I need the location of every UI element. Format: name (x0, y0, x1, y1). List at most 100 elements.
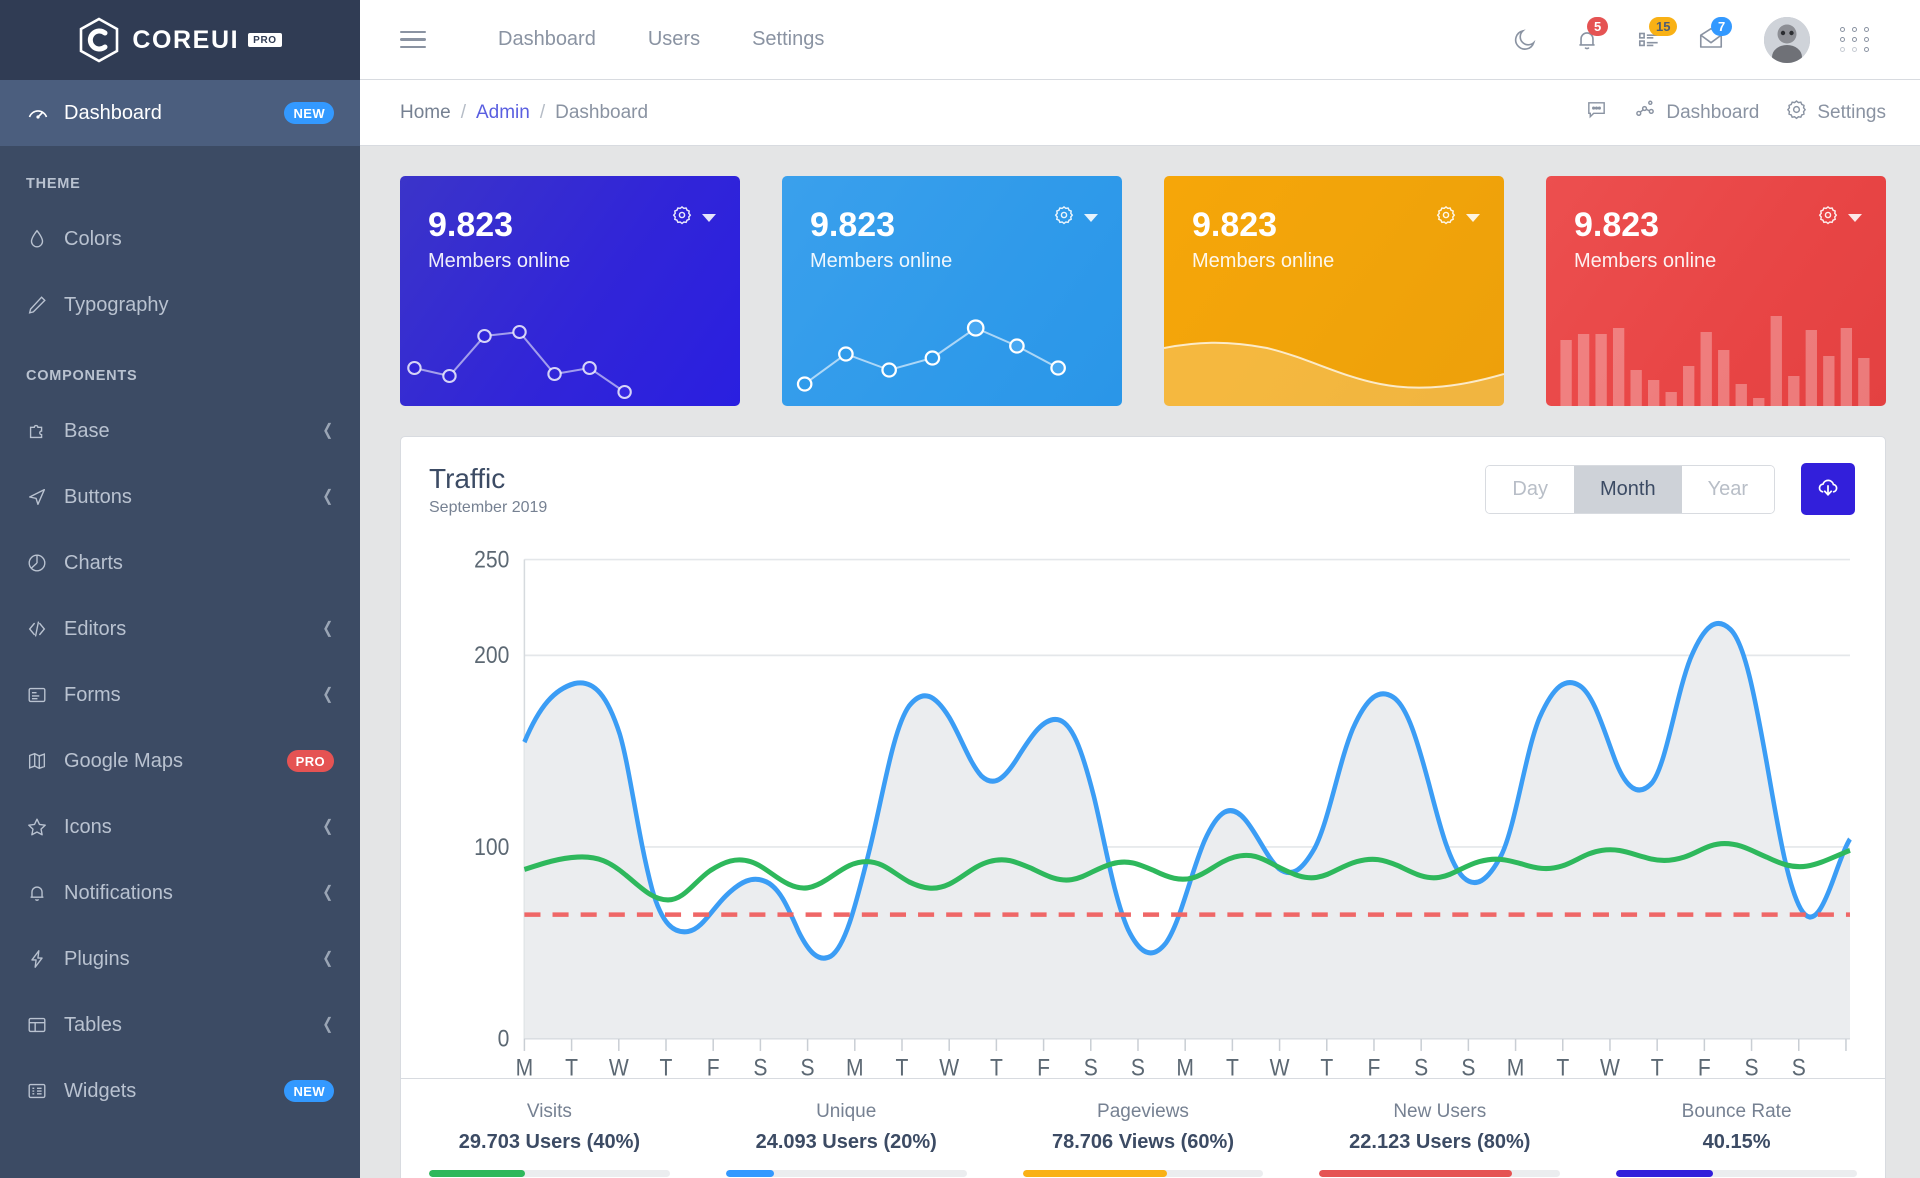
sidebar-item-widgets[interactable]: Widgets NEW (0, 1058, 360, 1124)
sidebar-item-label: Google Maps (64, 749, 183, 772)
breadcrumb-separator: / (539, 101, 546, 123)
traffic-card-header: Traffic September 2019 Day Month Year (401, 437, 1885, 517)
sidebar: COREUI PRO Dashboard NEW THEME Colors Ty… (0, 0, 360, 1178)
sidebar-item-tables[interactable]: Tables ❮ (0, 992, 360, 1058)
pencil-icon (26, 294, 64, 316)
dashboard-shortcut[interactable]: Dashboard (1634, 98, 1759, 127)
sidebar-item-label: Editors (64, 617, 127, 640)
star-icon (26, 816, 64, 838)
traffic-subtitle: September 2019 (429, 499, 548, 516)
gear-icon (1053, 204, 1075, 231)
brand-logo[interactable]: COREUI PRO (0, 0, 360, 80)
dashboard-page: COREUI PRO Dashboard NEW THEME Colors Ty… (0, 0, 1920, 1178)
svg-text:W: W (1600, 1055, 1621, 1078)
sidebar-item-editors[interactable]: Editors ❮ (0, 596, 360, 662)
dark-mode-toggle[interactable] (1494, 10, 1556, 70)
traffic-chart-svg: 250 200 100 0 M T W T F S S M T W T F S … (474, 546, 1852, 1081)
table-icon (26, 1014, 64, 1036)
cursor-icon (26, 486, 64, 508)
chevron-left-icon: ❮ (321, 422, 333, 439)
sidebar-item-icons[interactable]: Icons ❮ (0, 794, 360, 860)
sidebar-item-forms[interactable]: Forms ❮ (0, 662, 360, 728)
notifications-button[interactable]: 5 (1556, 10, 1618, 70)
sidebar-item-label: Tables (64, 1013, 122, 1036)
sidebar-item-google-maps[interactable]: Google Maps PRO (0, 728, 360, 794)
grid-icon (1839, 27, 1871, 52)
breadcrumb-item-home[interactable]: Home (400, 102, 451, 124)
footer-stat-progress (429, 1170, 670, 1177)
chevron-down-icon (702, 213, 716, 222)
sidebar-item-typography[interactable]: Typography (0, 272, 360, 338)
sidebar-toggle-button[interactable] (400, 26, 426, 54)
sidebar-item-notifications[interactable]: Notifications ❮ (0, 860, 360, 926)
stat-card-menu-1[interactable] (671, 204, 716, 231)
svg-text:S: S (1792, 1055, 1806, 1078)
footer-stat-bounce-rate: Bounce Rate 40.15% (1588, 1101, 1885, 1177)
chevron-left-icon: ❮ (321, 686, 333, 703)
sidebar-item-base[interactable]: Base ❮ (0, 398, 360, 464)
breadcrumb-item-admin[interactable]: Admin (476, 102, 530, 124)
stat-card-menu-3[interactable] (1435, 204, 1480, 231)
range-button-month[interactable]: Month (1573, 465, 1682, 513)
sidebar-item-plugins[interactable]: Plugins ❮ (0, 926, 360, 992)
footer-stat-unique: Unique 24.093 Users (20%) (698, 1101, 995, 1177)
main-area: Dashboard Users Settings 5 15 7 Home / A… (360, 0, 1920, 1178)
range-button-day[interactable]: Day (1486, 465, 1574, 513)
svg-text:100: 100 (474, 834, 509, 860)
tasks-button[interactable]: 15 (1618, 10, 1680, 70)
gear-icon (1435, 204, 1457, 231)
chevron-down-icon (1848, 213, 1862, 222)
settings-shortcut[interactable]: Settings (1785, 98, 1886, 127)
traffic-card: Traffic September 2019 Day Month Year 25… (400, 436, 1886, 1178)
range-button-year[interactable]: Year (1681, 465, 1774, 513)
sidebar-item-dashboard[interactable]: Dashboard NEW (0, 80, 360, 146)
chevron-left-icon: ❮ (321, 950, 333, 967)
svg-text:F: F (1037, 1055, 1050, 1078)
avatar[interactable] (1764, 16, 1810, 63)
svg-text:T: T (1320, 1055, 1333, 1078)
svg-text:T: T (1651, 1055, 1664, 1078)
content-area: 9.823 Members online 9.823 Members onlin… (360, 146, 1920, 1178)
header-actions: 5 15 7 (1494, 10, 1886, 70)
gear-icon (671, 204, 693, 231)
sidebar-item-label: Typography (64, 293, 169, 316)
footer-stat-visits: Visits 29.703 Users (40%) (401, 1101, 698, 1177)
download-button[interactable] (1801, 463, 1855, 515)
sidebar-item-colors[interactable]: Colors (0, 206, 360, 272)
pie-chart-icon (26, 552, 64, 574)
sidebar-item-charts[interactable]: Charts (0, 530, 360, 596)
messages-button[interactable]: 7 (1680, 10, 1742, 70)
gear-icon (1817, 204, 1839, 231)
svg-text:W: W (939, 1055, 960, 1078)
stat-card-sparkline-2 (796, 319, 1066, 392)
stat-caption: Members online (810, 249, 953, 272)
traffic-controls: Day Month Year (1485, 463, 1855, 515)
topnav-item-settings[interactable]: Settings (726, 28, 850, 51)
topnav-item-users[interactable]: Users (622, 28, 726, 51)
apps-grid-button[interactable] (1824, 10, 1886, 70)
breadcrumb-item-dashboard: Dashboard (555, 101, 649, 123)
stat-card-menu-4[interactable] (1817, 204, 1862, 231)
svg-text:M: M (846, 1055, 864, 1078)
svg-text:S: S (1131, 1055, 1145, 1078)
coreui-hexagon-icon (78, 17, 120, 63)
chevron-left-icon: ❮ (321, 488, 333, 505)
sidebar-section-title-theme: THEME (26, 176, 81, 192)
dashboard-shortcut-label: Dashboard (1666, 101, 1760, 123)
stat-card-members-online-2: 9.823 Members online (782, 176, 1122, 406)
svg-text:S: S (753, 1055, 767, 1078)
comment-button[interactable] (1585, 98, 1608, 127)
stat-card-menu-2[interactable] (1053, 204, 1098, 231)
traffic-footer-stats: Visits 29.703 Users (40%) Unique 24.093 … (401, 1078, 1885, 1178)
chevron-down-icon (1084, 213, 1098, 222)
messages-badge: 7 (1711, 16, 1733, 36)
svg-text:T: T (660, 1055, 673, 1078)
footer-stat-label: Unique (816, 1101, 877, 1122)
topnav-item-dashboard[interactable]: Dashboard (472, 28, 622, 51)
traffic-title: Traffic (429, 463, 506, 494)
footer-stat-label: New Users (1393, 1101, 1487, 1122)
traffic-chart: 250 200 100 0 M T W T F S S M T W T F S … (401, 517, 1885, 1081)
footer-stat-label: Bounce Rate (1681, 1101, 1792, 1122)
sidebar-item-buttons[interactable]: Buttons ❮ (0, 464, 360, 530)
bolt-icon (26, 948, 64, 970)
